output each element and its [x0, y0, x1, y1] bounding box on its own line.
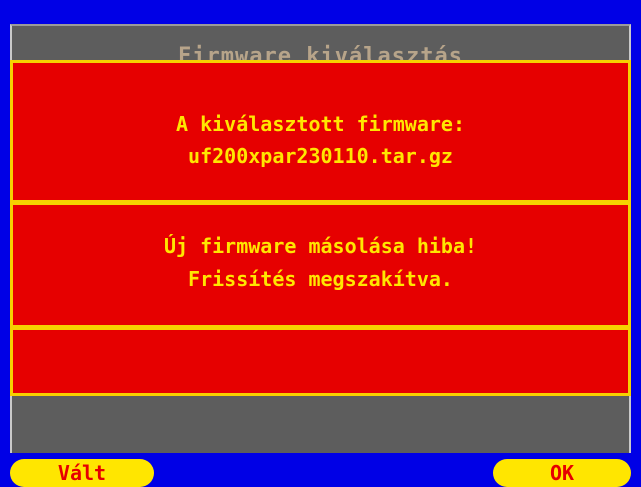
softkey-bar: Vált OK — [0, 453, 641, 487]
selected-firmware-filename: uf200xpar230110.tar.gz — [188, 144, 453, 168]
ok-softkey-button[interactable]: OK — [493, 459, 631, 487]
dialog-divider-top — [13, 200, 628, 205]
error-dialog: A kiválasztott firmware: uf200xpar230110… — [10, 60, 631, 396]
error-message-line-2: Frissítés megszakítva. — [188, 267, 453, 291]
dialog-divider-bottom — [13, 325, 628, 330]
selected-firmware-label: A kiválasztott firmware: — [176, 112, 465, 136]
error-message-line-1: Új firmware másolása hiba! — [163, 234, 478, 258]
ok-softkey-label: OK — [549, 461, 575, 485]
switch-softkey-label: Vált — [57, 461, 107, 485]
switch-softkey-button[interactable]: Vált — [10, 459, 154, 487]
device-screen: Firmware kiválasztás A kiválasztott firm… — [0, 0, 641, 487]
